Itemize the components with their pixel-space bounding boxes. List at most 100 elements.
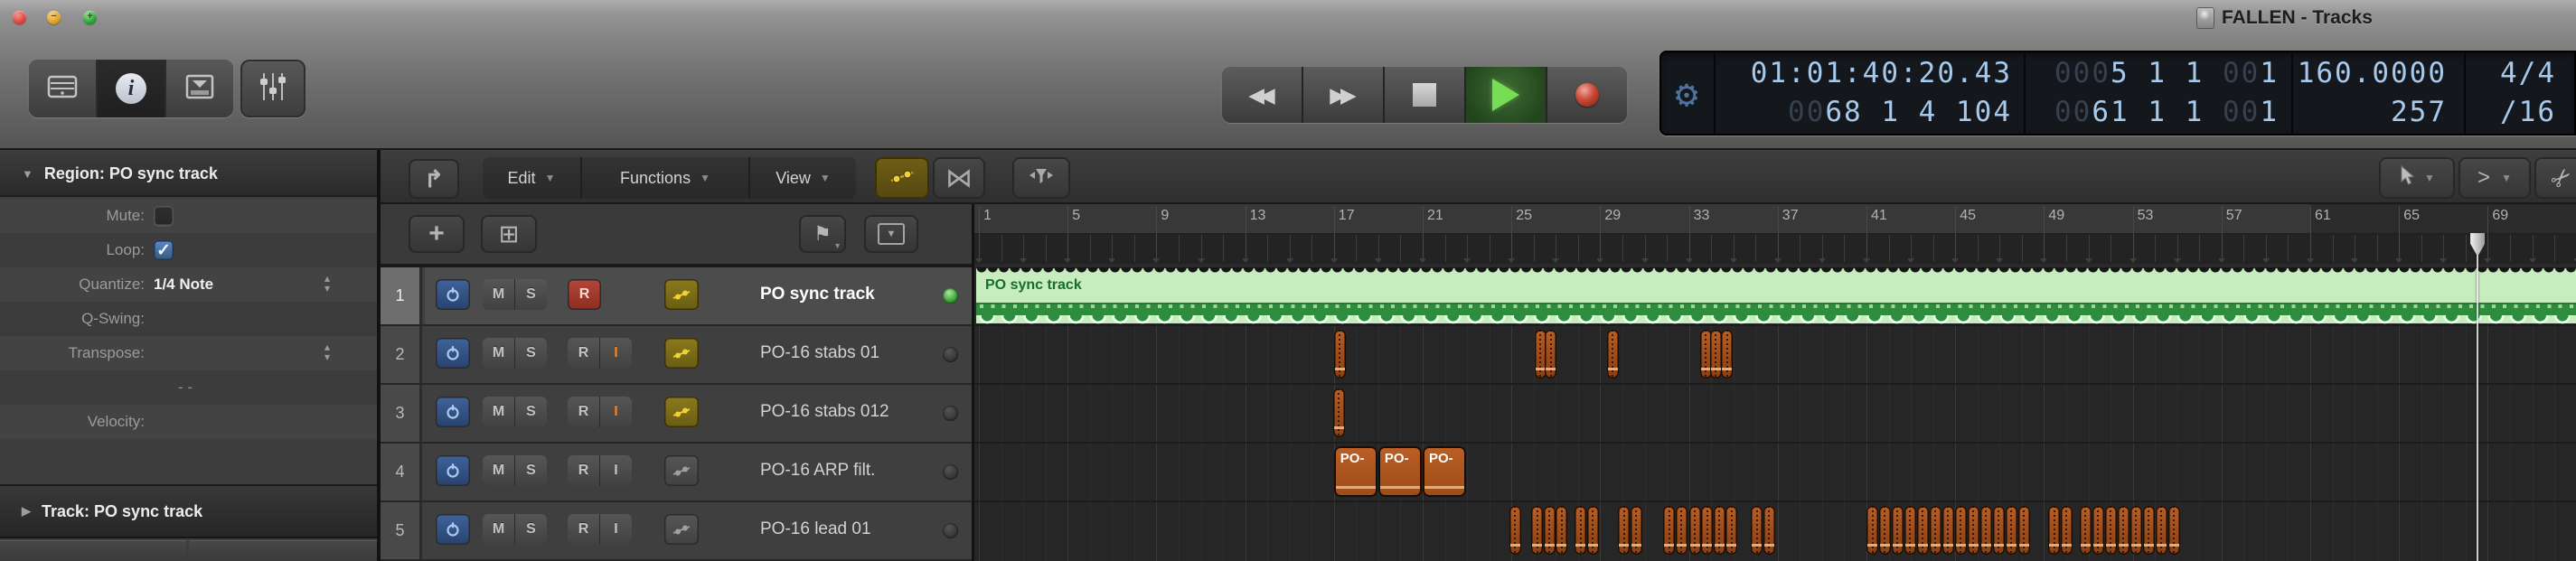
automation-mode-button[interactable] [664, 279, 699, 310]
track-number-cell[interactable]: 4 [381, 444, 422, 500]
mute-button[interactable]: M [483, 455, 515, 486]
midi-note-region[interactable] [1675, 506, 1688, 555]
rewind-button[interactable]: ◀◀ [1222, 67, 1303, 123]
midi-note-region[interactable] [1721, 330, 1734, 379]
midi-note-region[interactable] [1979, 506, 1992, 555]
midi-note-region[interactable] [2117, 506, 2129, 555]
playhead-line[interactable] [2477, 233, 2479, 561]
track-header-row[interactable]: M S R I PO-16 stabs 012 [425, 385, 972, 442]
lcd-tempo-section[interactable]: 160.0000 257 [2291, 52, 2463, 134]
midi-note-region[interactable] [1866, 506, 1878, 555]
solo-button[interactable]: S [515, 514, 547, 545]
hierarchy-up-button[interactable]: ↱ [409, 159, 459, 199]
solo-button[interactable]: S [515, 279, 547, 310]
editor-area-button[interactable] [166, 60, 233, 117]
inspector-value[interactable]: 1/4 Note [154, 276, 213, 294]
midi-note-region[interactable] [1543, 506, 1556, 555]
midi-note-region[interactable] [1545, 330, 1557, 379]
midi-note-region[interactable] [1332, 388, 1345, 437]
solo-button[interactable]: S [515, 338, 547, 369]
midi-note-region[interactable] [1618, 506, 1631, 555]
midi-note-region[interactable] [1509, 506, 1521, 555]
flag-button[interactable]: ⚑ ▼ [799, 215, 846, 253]
track-on-off-button[interactable] [436, 279, 470, 310]
midi-region[interactable]: PO- [1377, 446, 1422, 497]
add-track-button[interactable]: + [409, 215, 465, 253]
loop-checkbox[interactable]: ✓ [154, 240, 174, 260]
track-number-cell[interactable]: 5 [381, 502, 422, 559]
midi-note-region[interactable] [1586, 506, 1599, 555]
midi-note-region[interactable] [2167, 506, 2180, 555]
midi-note-region[interactable] [1941, 506, 1954, 555]
track-name[interactable]: PO-16 stabs 01 [760, 343, 879, 363]
track-on-off-button[interactable] [436, 397, 470, 427]
duplicate-track-button[interactable]: ⊞ [481, 215, 537, 253]
midi-note-region[interactable] [1709, 330, 1722, 379]
track-name[interactable]: PO sync track [760, 285, 875, 304]
midi-note-region[interactable] [2079, 506, 2092, 555]
track-on-off-button[interactable] [436, 455, 470, 486]
midi-note-region[interactable] [1891, 506, 1904, 555]
mute-button[interactable]: M [483, 514, 515, 545]
midi-note-region[interactable] [2142, 506, 2155, 555]
scissors-tool-button[interactable]: ✂ [2534, 157, 2576, 199]
midi-note-region[interactable] [2129, 506, 2142, 555]
midi-note-region[interactable] [1967, 506, 1979, 555]
lcd-time-section[interactable]: 01:01:40:20.43 0068 1 4 104 [1714, 52, 2025, 134]
value-stepper[interactable]: ▴ ▾ [324, 273, 330, 294]
midi-region[interactable]: PO- [1423, 446, 1467, 497]
track-zoom-button[interactable]: ▼ [864, 215, 918, 253]
record-enable-button[interactable]: R [568, 279, 601, 310]
forward-button[interactable]: ▶▶ [1303, 67, 1385, 123]
record-enable-button[interactable]: R [568, 514, 600, 545]
lcd-locators-section[interactable]: 0005 1 1 001 0061 1 1 001 [2024, 52, 2291, 134]
lcd-display[interactable]: ⚙ 01:01:40:20.43 0068 1 4 104 0005 1 1 0… [1659, 51, 2576, 136]
midi-note-region[interactable] [1575, 506, 1587, 555]
track-header-row[interactable]: M S R I PO-16 stabs 01 [425, 326, 972, 383]
minimize-button[interactable]: − [47, 11, 61, 24]
arrange-timeline[interactable]: PO sync track PO- PO- PO- [974, 267, 2576, 561]
track-number-cell[interactable]: 3 [381, 385, 422, 442]
input-monitor-button[interactable]: I [600, 514, 632, 545]
track-header-row[interactable]: M S R PO sync track [425, 267, 972, 324]
track-number-cell[interactable]: 2 [381, 326, 422, 383]
lcd-settings-section[interactable]: ⚙ [1659, 52, 1714, 134]
inspector-value[interactable]: - - [154, 379, 217, 397]
track-on-off-button[interactable] [436, 514, 470, 545]
primary-tool-button[interactable]: ▼ [2379, 157, 2455, 199]
midi-region[interactable]: PO- [1333, 446, 1377, 497]
midi-note-region[interactable] [2060, 506, 2073, 555]
track-number-cell[interactable]: 1 [381, 267, 422, 324]
track-parameters-header[interactable]: ▶ Track: PO sync track [0, 484, 377, 538]
midi-note-region[interactable] [1630, 506, 1642, 555]
track-header-row[interactable]: M S R I PO-16 lead 01 [425, 502, 972, 559]
midi-note-region[interactable] [2092, 506, 2104, 555]
midi-note-region[interactable] [1992, 506, 2005, 555]
midi-note-region[interactable] [1701, 506, 1714, 555]
value-stepper[interactable]: ▴ ▾ [324, 341, 330, 362]
record-button[interactable] [1547, 67, 1627, 123]
midi-note-region[interactable] [1954, 506, 1967, 555]
midi-note-region[interactable] [1904, 506, 1916, 555]
track-name[interactable]: PO-16 stabs 012 [760, 402, 889, 422]
automation-mode-button[interactable] [664, 397, 699, 427]
play-button[interactable] [1466, 67, 1547, 123]
record-enable-button[interactable]: R [568, 397, 600, 427]
midi-note-region[interactable] [1663, 506, 1676, 555]
input-monitor-button[interactable]: I [600, 338, 632, 369]
midi-note-region[interactable] [2048, 506, 2061, 555]
midi-note-region[interactable] [1725, 506, 1738, 555]
midi-note-region[interactable] [1531, 506, 1544, 555]
midi-region-green[interactable]: PO sync track [976, 267, 2576, 324]
functions-menu[interactable]: Functions ▼ [582, 157, 750, 199]
midi-note-region[interactable] [1556, 506, 1568, 555]
automation-mode-button[interactable] [664, 455, 699, 486]
midi-note-region[interactable] [2005, 506, 2017, 555]
record-enable-button[interactable]: R [568, 455, 600, 486]
midi-note-region[interactable] [2017, 506, 2030, 555]
edit-menu[interactable]: Edit ▼ [483, 157, 582, 199]
media-browser-button[interactable] [29, 60, 98, 117]
midi-note-region[interactable] [1713, 506, 1725, 555]
midi-note-region[interactable] [1606, 330, 1619, 379]
automation-mode-button[interactable] [664, 338, 699, 369]
